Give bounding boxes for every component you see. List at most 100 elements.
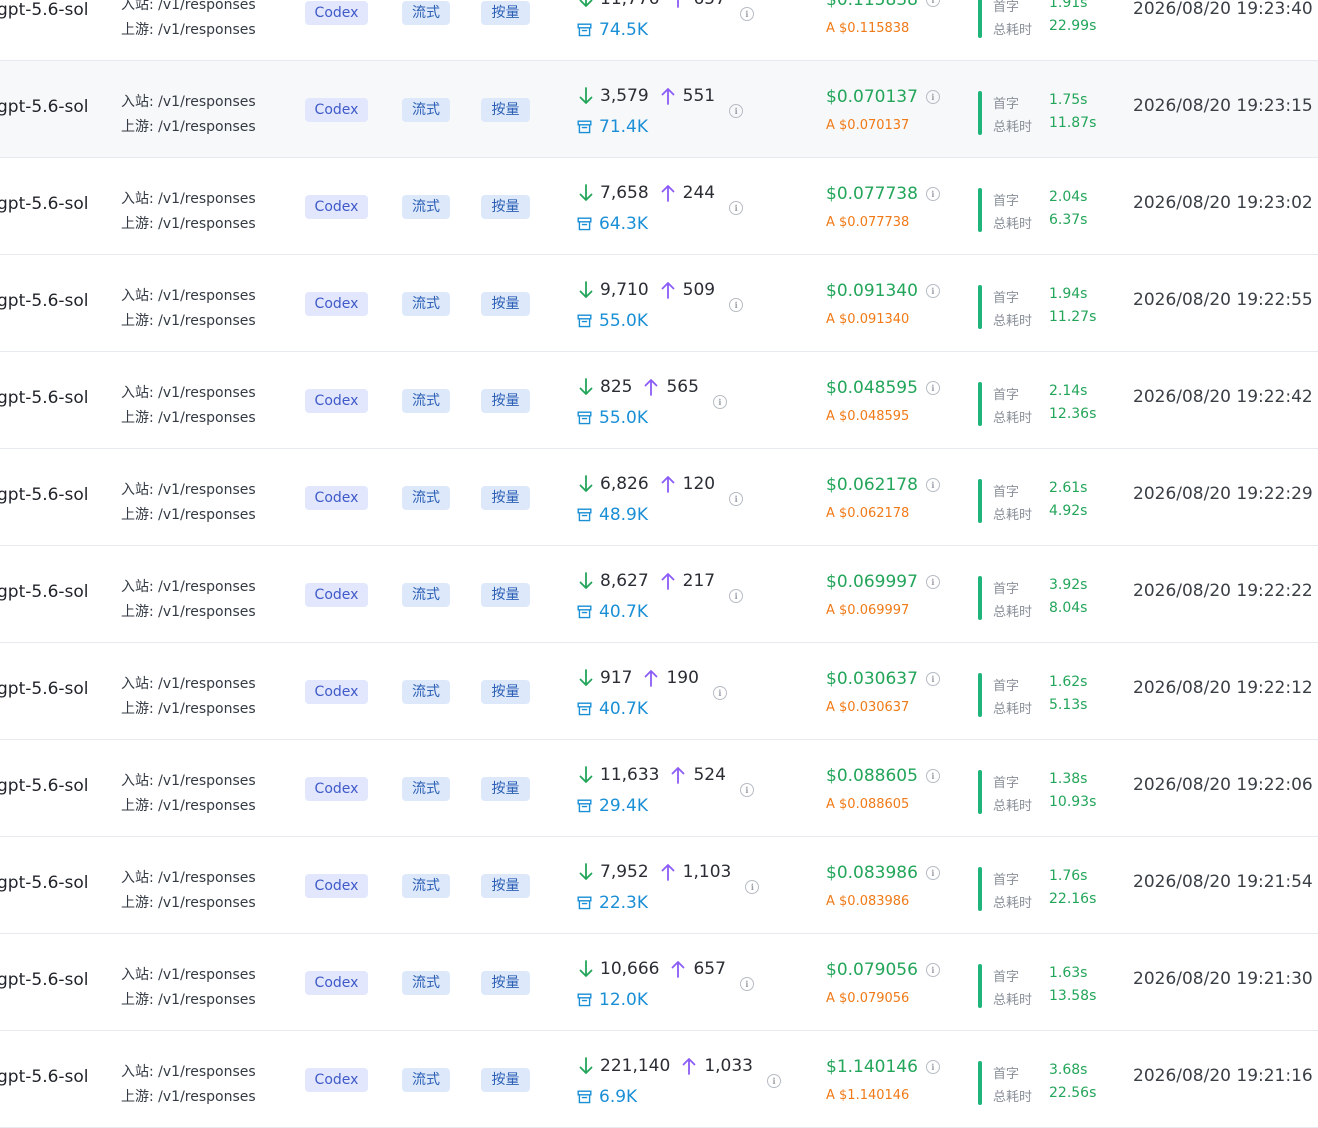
token-counts: 11,633 524 — [579, 765, 726, 785]
model-name: gpt-5.6-sol — [0, 679, 89, 699]
table-row[interactable]: gpt-5.6-sol 入站: /v1/responses 上游: /v1/re… — [0, 449, 1318, 546]
price-info-icon[interactable]: i — [925, 1060, 940, 1074]
inbound-route: 入站: /v1/responses — [121, 870, 256, 886]
output-tokens: 657 — [693, 0, 725, 9]
price-info-icon[interactable]: i — [925, 90, 940, 104]
price-a: A $0.062178 — [826, 506, 910, 521]
table-row[interactable]: gpt-5.6-sol 入站: /v1/responses 上游: /v1/re… — [0, 352, 1318, 449]
price-a: A $0.079056 — [826, 991, 910, 1006]
table-row[interactable]: gpt-5.6-sol 入站: /v1/responses 上游: /v1/re… — [0, 837, 1318, 934]
token-detail-info-icon[interactable]: i — [729, 201, 744, 215]
output-tokens: 657 — [693, 959, 726, 979]
token-detail-info-icon[interactable]: i — [739, 783, 754, 797]
upstream-route: 上游: /v1/responses — [121, 701, 256, 717]
price-info-icon[interactable]: i — [925, 478, 940, 492]
arrow-up-icon — [671, 0, 685, 8]
input-tokens: 825 — [600, 377, 633, 397]
table-row[interactable]: gpt-5.6-sol 入站: /v1/responses 上游: /v1/re… — [0, 934, 1318, 1031]
input-tokens: 917 — [600, 668, 633, 688]
price-info-icon[interactable]: i — [925, 866, 940, 880]
token-detail-info-icon[interactable]: i — [739, 977, 754, 991]
table-row[interactable]: gpt-5.6-sol 入站: /v1/responses 上游: /v1/re… — [0, 61, 1318, 158]
token-detail-info-icon[interactable]: i — [729, 298, 744, 312]
client-tag: Codex — [305, 195, 368, 219]
table-row[interactable]: gpt-5.6-sol 入站: /v1/responses 上游: /v1/re… — [0, 158, 1318, 255]
total-time-label: 总耗时 — [993, 605, 1033, 620]
arrow-up-icon — [644, 669, 658, 687]
cache-tokens: 12.0K — [577, 990, 648, 1010]
price-info-icon[interactable]: i — [925, 284, 940, 298]
model-name: gpt-5.6-sol — [0, 582, 89, 602]
table-row[interactable]: gpt-5.6-sol 入站: /v1/responses 上游: /v1/re… — [0, 1031, 1318, 1128]
token-detail-info-icon[interactable]: i — [729, 492, 744, 506]
status-bar — [978, 91, 982, 135]
client-tag: Codex — [305, 874, 368, 898]
status-bar — [978, 0, 982, 38]
total-time-label: 总耗时 — [993, 993, 1033, 1008]
timestamp: 2026/08/20 19:22:55 — [1133, 290, 1313, 310]
price: $0.115838 i — [826, 0, 940, 10]
price: $0.091340 i — [826, 281, 940, 301]
price-info-icon[interactable]: i — [925, 963, 940, 977]
timestamp: 2026/08/20 19:21:30 — [1133, 969, 1313, 989]
timestamp: 2026/08/20 19:22:12 — [1133, 678, 1313, 698]
table-row[interactable]: gpt-5.6-sol 入站: /v1/responses 上游: /v1/re… — [0, 0, 1318, 61]
price-info-icon[interactable]: i — [925, 0, 940, 7]
billing-mode-tag: 按量 — [481, 486, 530, 510]
cache-tokens: 6.9K — [577, 1087, 637, 1107]
price-info-icon[interactable]: i — [925, 575, 940, 589]
stream-mode-tag: 流式 — [402, 292, 450, 316]
status-bar — [978, 770, 982, 814]
token-detail-info-icon[interactable]: i — [712, 395, 727, 409]
table-row[interactable]: gpt-5.6-sol 入站: /v1/responses 上游: /v1/re… — [0, 740, 1318, 837]
model-name: gpt-5.6-sol — [0, 485, 89, 505]
status-bar — [978, 673, 982, 717]
table-row[interactable]: gpt-5.6-sol 入站: /v1/responses 上游: /v1/re… — [0, 546, 1318, 643]
token-counts: 9,710 509 — [579, 280, 715, 300]
billing-mode-tag: 按量 — [481, 680, 530, 704]
first-token-time: 2.61s — [1049, 480, 1088, 496]
token-detail-info-icon[interactable]: i — [729, 589, 744, 603]
price-a: A $0.115838 — [826, 21, 910, 36]
cache-tokens: 22.3K — [577, 893, 648, 913]
table-row[interactable]: gpt-5.6-sol 入站: /v1/responses 上游: /v1/re… — [0, 643, 1318, 740]
stream-mode-tag: 流式 — [402, 1068, 450, 1092]
cache-tokens: 71.4K — [577, 117, 648, 137]
upstream-route: 上游: /v1/responses — [121, 1089, 256, 1105]
price-a: A $0.070137 — [826, 118, 910, 133]
status-bar — [978, 382, 982, 426]
stream-mode-tag: 流式 — [402, 971, 450, 995]
arrow-down-icon — [579, 87, 593, 105]
arrow-down-icon — [579, 378, 593, 396]
upstream-route: 上游: /v1/responses — [121, 410, 256, 426]
price-info-icon[interactable]: i — [925, 769, 940, 783]
total-time-label: 总耗时 — [993, 314, 1033, 329]
arrow-down-icon — [579, 863, 593, 881]
total-time: 10.93s — [1049, 794, 1097, 810]
model-name: gpt-5.6-sol — [0, 194, 89, 214]
inbound-route: 入站: /v1/responses — [121, 1064, 256, 1080]
price-info-icon[interactable]: i — [925, 381, 940, 395]
total-time-label: 总耗时 — [993, 217, 1033, 232]
price-info-icon[interactable]: i — [925, 187, 940, 201]
token-detail-info-icon[interactable]: i — [729, 104, 744, 118]
total-time-label: 总耗时 — [993, 120, 1033, 135]
table-row[interactable]: gpt-5.6-sol 入站: /v1/responses 上游: /v1/re… — [0, 255, 1318, 352]
first-token-label: 首字 — [993, 291, 1020, 306]
price: $0.030637 i — [826, 669, 940, 689]
first-token-time: 1.94s — [1049, 286, 1088, 302]
token-counts: 6,826 120 — [579, 474, 715, 494]
output-tokens: 190 — [666, 668, 699, 688]
token-detail-info-icon[interactable]: i — [712, 686, 727, 700]
model-name: gpt-5.6-sol — [0, 970, 89, 990]
token-detail-info-icon[interactable]: i — [739, 7, 754, 21]
price-info-icon[interactable]: i — [925, 672, 940, 686]
token-detail-info-icon[interactable]: i — [766, 1074, 781, 1088]
price-a: A $0.091340 — [826, 312, 910, 327]
first-token-time: 1.75s — [1049, 92, 1088, 108]
timestamp: 2026/08/20 19:21:16 — [1133, 1066, 1313, 1086]
output-tokens: 244 — [682, 183, 716, 203]
token-counts: 3,579 551 — [579, 86, 715, 106]
cache-tokens: 55.0K — [577, 408, 648, 428]
token-detail-info-icon[interactable]: i — [745, 880, 760, 894]
